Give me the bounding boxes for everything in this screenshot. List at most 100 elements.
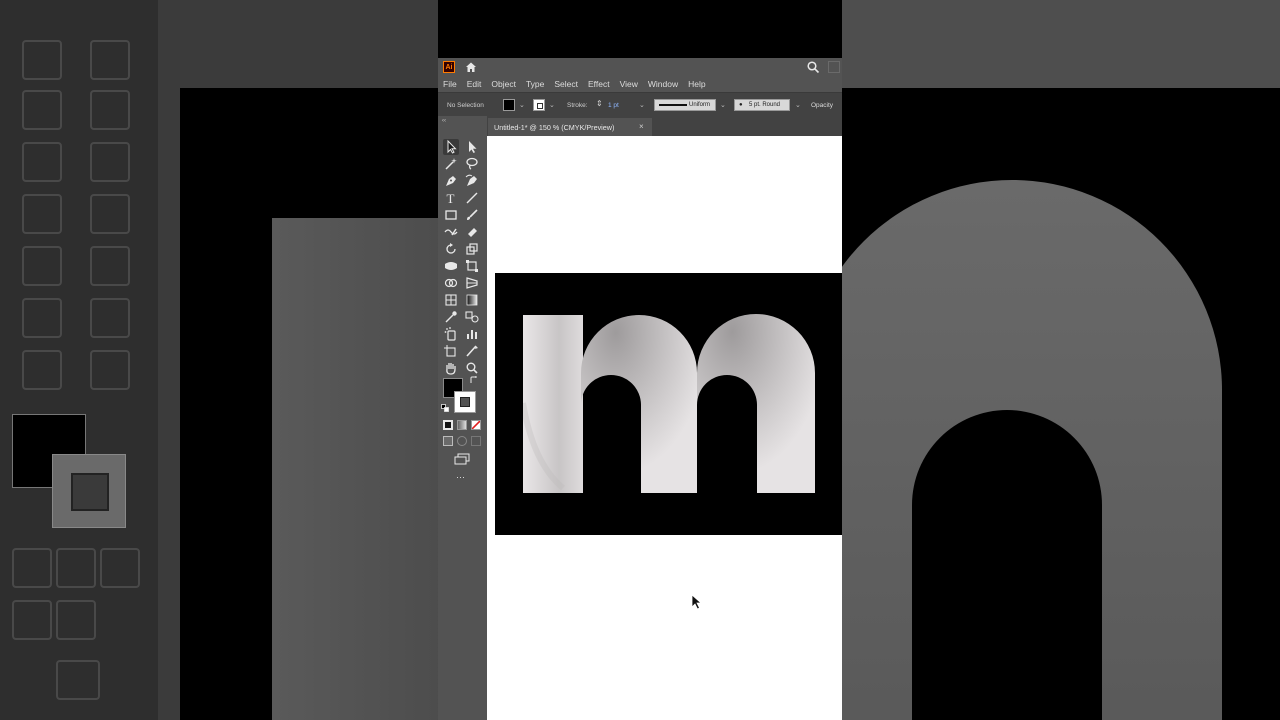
search-icon[interactable] (806, 60, 820, 74)
stroke-profile-line (659, 104, 687, 106)
slice-tool-icon[interactable] (464, 343, 480, 359)
draw-normal-icon[interactable] (443, 436, 453, 446)
magic-wand-tool-icon[interactable] (443, 156, 459, 172)
swap-colors-icon[interactable] (470, 376, 478, 384)
width-tool-icon[interactable] (443, 258, 459, 274)
tools-panel: ‹‹ T ··· (438, 116, 487, 720)
zoom-tool-icon[interactable] (464, 360, 480, 376)
fill-color-swatch[interactable] (503, 99, 515, 111)
mouse-cursor-icon (691, 594, 703, 610)
chevron-down-icon[interactable]: ⌄ (639, 101, 645, 109)
opacity-link[interactable]: Opacity (811, 102, 833, 109)
chevron-down-icon[interactable]: ⌄ (720, 101, 726, 109)
symbol-sprayer-tool-icon[interactable] (443, 326, 459, 342)
more-tools-icon[interactable]: ··· (456, 472, 465, 482)
menu-object[interactable]: Object (491, 79, 516, 89)
paintbrush-tool-icon[interactable] (464, 207, 480, 223)
home-icon[interactable] (464, 60, 478, 74)
screen-mode-icon[interactable] (454, 453, 470, 465)
stroke-swatch-inner (537, 103, 543, 109)
chevron-down-icon[interactable]: ⌄ (519, 101, 525, 109)
artboard-tool-icon[interactable] (443, 343, 459, 359)
stroke-profile-select[interactable]: Uniform (654, 99, 716, 111)
free-transform-tool-icon[interactable] (464, 258, 480, 274)
mesh-tool-icon[interactable] (443, 292, 459, 308)
background-tool-icon (56, 600, 96, 640)
background-blur-right (842, 0, 1280, 720)
background-tool-icon (90, 142, 130, 182)
background-tool-icon (22, 142, 62, 182)
draw-behind-icon[interactable] (457, 436, 467, 446)
background-letter (842, 180, 1222, 720)
stepper-icon[interactable]: ⇕ (596, 99, 603, 108)
background-topstrip (842, 0, 1280, 88)
curvature-tool-icon[interactable] (464, 173, 480, 189)
document-tab-title: Untitled-1* @ 150 % (CMYK/Preview) (494, 123, 615, 132)
artboard-canvas[interactable] (487, 136, 842, 720)
stroke-color-swatch[interactable] (454, 391, 476, 413)
artwork-black-rectangle[interactable] (495, 273, 842, 535)
panel-collapse-icon[interactable]: ‹‹ (442, 118, 446, 124)
scale-tool-icon[interactable] (464, 241, 480, 257)
shaper-tool-icon[interactable] (443, 224, 459, 240)
background-blur-left (0, 0, 438, 720)
menu-window[interactable]: Window (648, 79, 678, 89)
selection-tool-icon[interactable] (443, 139, 459, 155)
pen-tool-icon[interactable] (443, 173, 459, 189)
shape-builder-tool-icon[interactable] (443, 275, 459, 291)
menu-type[interactable]: Type (526, 79, 544, 89)
letter-m-artwork[interactable] (523, 313, 817, 495)
background-tool-icon (56, 548, 96, 588)
background-tool-icon (12, 600, 52, 640)
default-colors-icon[interactable] (441, 404, 449, 412)
rectangle-tool-icon[interactable] (443, 207, 459, 223)
type-tool-icon[interactable]: T (443, 190, 459, 206)
background-tool-icon (90, 90, 130, 130)
draw-inside-icon[interactable] (471, 436, 481, 446)
background-tool-icon (22, 298, 62, 338)
background-tool-icon (90, 350, 130, 390)
menu-view[interactable]: View (620, 79, 638, 89)
background-tool-icon (22, 246, 62, 286)
window-control-button[interactable] (828, 61, 840, 73)
menu-effect[interactable]: Effect (588, 79, 610, 89)
background-tool-icon (22, 350, 62, 390)
chevron-down-icon[interactable]: ⌄ (795, 101, 801, 109)
menu-select[interactable]: Select (554, 79, 578, 89)
none-mode-icon[interactable] (471, 420, 481, 430)
background-tool-icon (90, 40, 130, 80)
eyedropper-tool-icon[interactable] (443, 309, 459, 325)
background-tool-icon (22, 40, 62, 80)
line-segment-tool-icon[interactable] (464, 190, 480, 206)
app-logo: Ai (443, 61, 455, 73)
chevron-down-icon[interactable]: ⌄ (549, 101, 555, 109)
document-tab[interactable]: Untitled-1* @ 150 % (CMYK/Preview) × (488, 118, 652, 136)
brush-definition-select[interactable]: ● 5 pt. Round (734, 99, 790, 111)
menu-file[interactable]: File (443, 79, 457, 89)
stroke-color-swatch[interactable] (533, 99, 545, 111)
stroke-label: Stroke: (567, 102, 588, 109)
column-graph-tool-icon[interactable] (464, 326, 480, 342)
gradient-tool-icon[interactable] (464, 292, 480, 308)
color-mode-icon[interactable] (443, 420, 453, 430)
background-tool-icon (90, 246, 130, 286)
menu-edit[interactable]: Edit (467, 79, 482, 89)
perspective-grid-tool-icon[interactable] (464, 275, 480, 291)
close-icon[interactable]: × (639, 122, 644, 131)
background-letter (272, 218, 438, 720)
gradient-mode-icon[interactable] (457, 420, 467, 430)
stroke-weight-field[interactable]: 1 pt (608, 102, 619, 109)
hand-tool-icon[interactable] (443, 360, 459, 376)
background-tool-icon (22, 90, 62, 130)
svg-text:T: T (447, 191, 455, 206)
brush-label: 5 pt. Round (749, 102, 781, 108)
blend-tool-icon[interactable] (464, 309, 480, 325)
menu-help[interactable]: Help (688, 79, 705, 89)
direct-selection-tool-icon[interactable] (464, 139, 480, 155)
rotate-tool-icon[interactable] (443, 241, 459, 257)
lasso-tool-icon[interactable] (464, 156, 480, 172)
menu-bar: File Edit Object Type Select Effect View… (438, 76, 842, 92)
eraser-tool-icon[interactable] (464, 224, 480, 240)
background-tool-icon (12, 548, 52, 588)
title-bar: Ai (438, 58, 842, 76)
